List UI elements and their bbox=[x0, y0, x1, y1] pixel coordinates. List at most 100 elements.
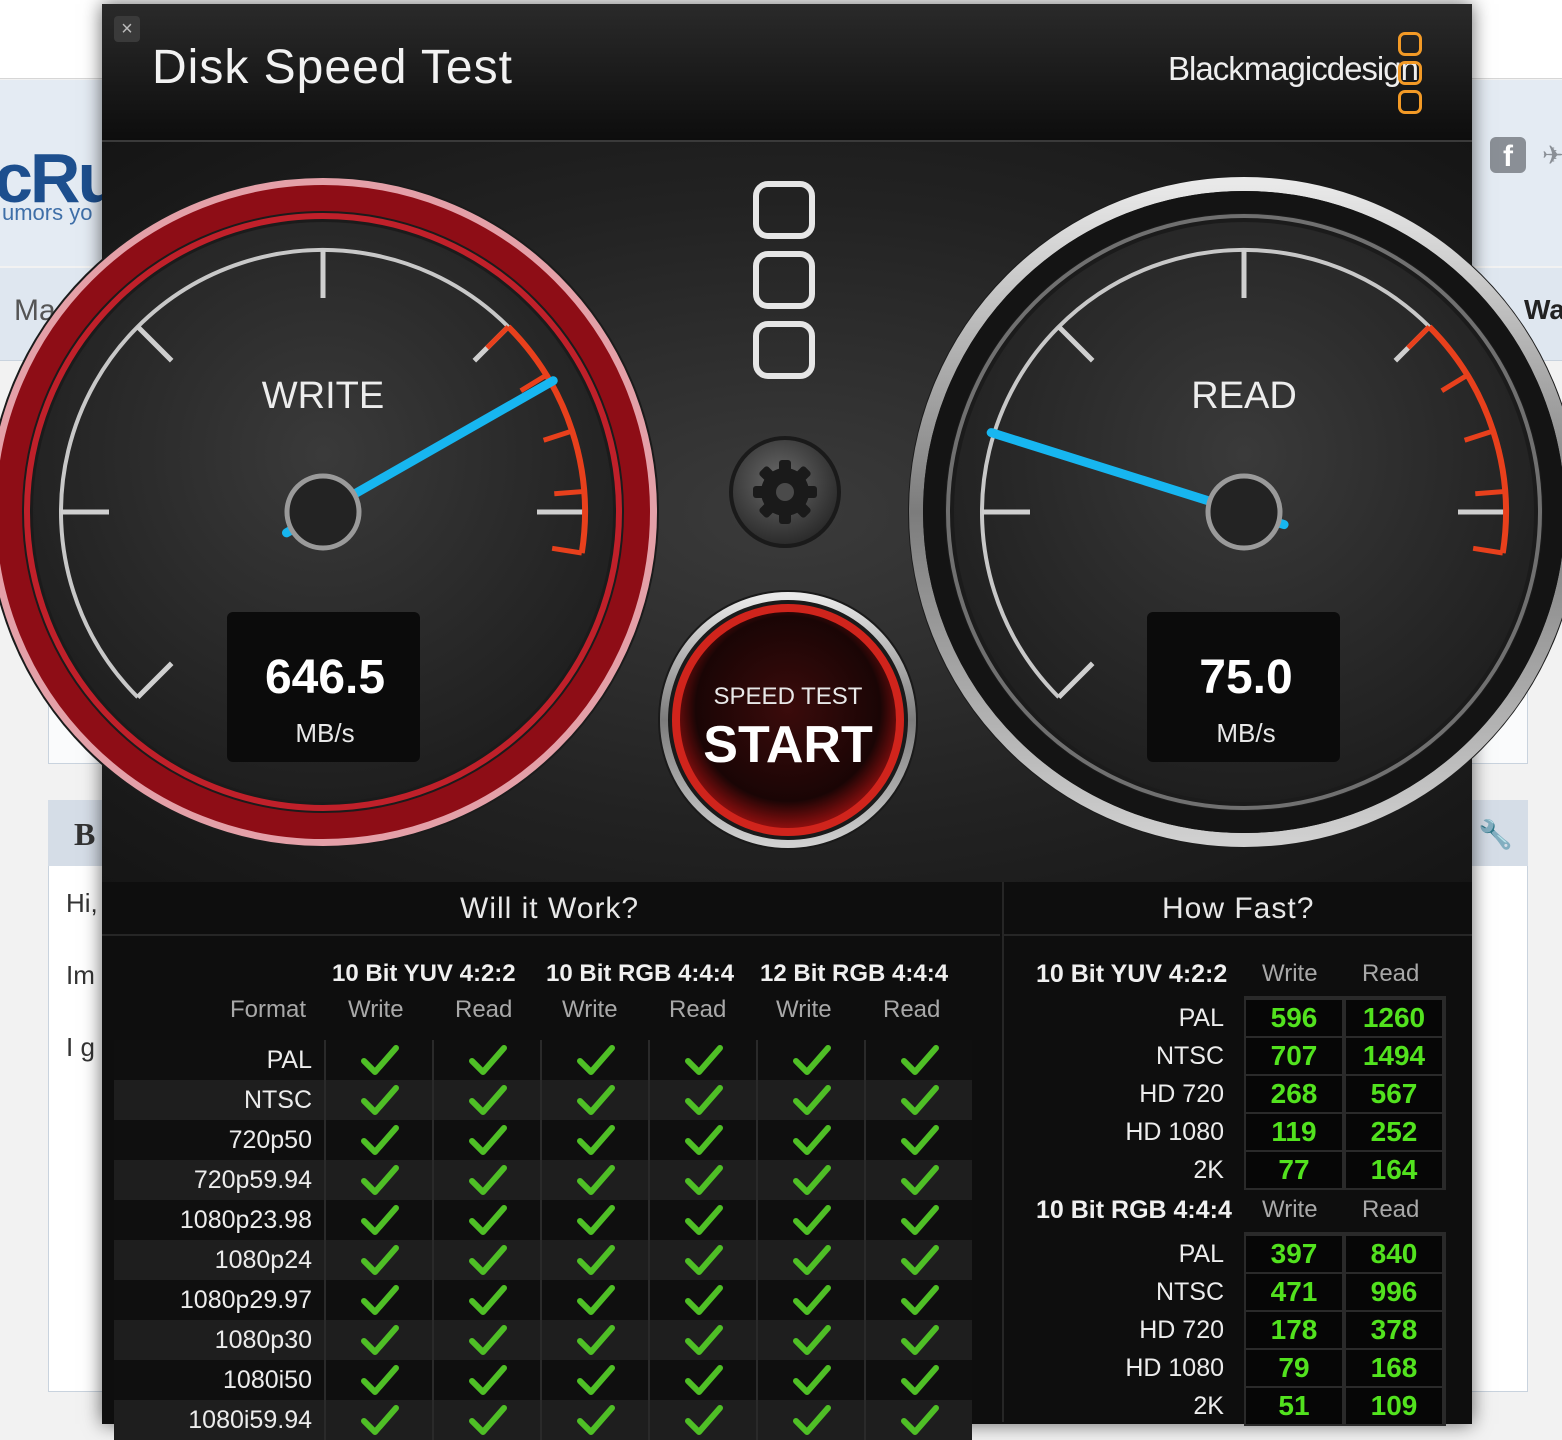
how-fast-read-value: 168 bbox=[1346, 1350, 1442, 1386]
how-fast-row-label: HD 720 bbox=[1139, 1080, 1224, 1108]
wiw-cell bbox=[540, 1320, 646, 1360]
settings-button[interactable] bbox=[729, 436, 841, 548]
how-fast-section-header: 10 Bit YUV 4:2:2 bbox=[1036, 960, 1228, 988]
wiw-group-header: 10 Bit YUV 4:2:2 bbox=[332, 960, 516, 987]
wiw-cell bbox=[756, 1320, 862, 1360]
check-icon bbox=[361, 1405, 399, 1435]
wiw-cell bbox=[864, 1160, 970, 1200]
check-icon bbox=[685, 1125, 723, 1155]
how-fast-read-value: 164 bbox=[1346, 1152, 1442, 1188]
wiw-cell bbox=[864, 1200, 970, 1240]
wiw-cell bbox=[432, 1400, 538, 1440]
check-icon bbox=[901, 1245, 939, 1275]
wiw-cell bbox=[864, 1360, 970, 1400]
bg-panel-heading: B bbox=[74, 816, 96, 852]
twitter-icon[interactable]: ✈ bbox=[1542, 140, 1562, 171]
wiw-cell bbox=[540, 1400, 646, 1440]
wiw-cell bbox=[756, 1400, 862, 1440]
wiw-row-label: 1080i50 bbox=[223, 1366, 312, 1394]
wiw-cell bbox=[648, 1160, 754, 1200]
check-icon bbox=[901, 1365, 939, 1395]
how-fast-write-value: 178 bbox=[1246, 1312, 1342, 1348]
wiw-cell bbox=[432, 1200, 538, 1240]
wiw-cell bbox=[648, 1200, 754, 1240]
wiw-cell bbox=[432, 1280, 538, 1320]
how-fast-row-label: PAL bbox=[1178, 1240, 1224, 1268]
how-fast-row-label: NTSC bbox=[1155, 1042, 1224, 1070]
check-icon bbox=[469, 1245, 507, 1275]
wiw-cell bbox=[324, 1120, 430, 1160]
how-fast-read-value: 1260 bbox=[1346, 1000, 1442, 1036]
check-icon bbox=[361, 1325, 399, 1355]
bg-text-line: Hi, bbox=[66, 888, 98, 918]
how-fast-write-header: Write bbox=[1262, 1196, 1318, 1223]
wiw-row-label: 1080p24 bbox=[214, 1246, 312, 1274]
how-fast-write-value: 471 bbox=[1246, 1274, 1342, 1310]
wiw-sub-header: Read bbox=[669, 996, 727, 1023]
how-fast-write-value: 268 bbox=[1246, 1076, 1342, 1112]
wiw-cell bbox=[756, 1280, 862, 1320]
how-fast-section-header: 10 Bit RGB 4:4:4 bbox=[1036, 1196, 1232, 1224]
wiw-row-label: PAL bbox=[266, 1046, 312, 1074]
wiw-cell bbox=[432, 1240, 538, 1280]
start-button[interactable]: SPEED TEST START bbox=[658, 590, 918, 850]
check-icon bbox=[793, 1045, 831, 1075]
wiw-cell bbox=[432, 1320, 538, 1360]
wiw-cell bbox=[540, 1280, 646, 1320]
check-icon bbox=[901, 1405, 939, 1435]
how-fast-read-header: Read bbox=[1362, 1196, 1420, 1223]
check-icon bbox=[469, 1205, 507, 1235]
wiw-cell bbox=[864, 1240, 970, 1280]
facebook-icon[interactable]: f bbox=[1490, 137, 1526, 173]
wiw-row-label: 1080p23.98 bbox=[179, 1206, 312, 1234]
wiw-cell bbox=[324, 1080, 430, 1120]
close-button[interactable]: × bbox=[114, 16, 140, 42]
wiw-cell bbox=[864, 1080, 970, 1120]
check-icon bbox=[469, 1325, 507, 1355]
check-icon bbox=[469, 1365, 507, 1395]
wiw-cell bbox=[648, 1360, 754, 1400]
bg-text-line: I g bbox=[66, 1032, 95, 1062]
will-it-work-title: Will it Work? bbox=[460, 892, 640, 925]
wiw-cell bbox=[540, 1120, 646, 1160]
wiw-cell bbox=[540, 1160, 646, 1200]
wiw-cell bbox=[324, 1320, 430, 1360]
wiw-cell bbox=[432, 1120, 538, 1160]
bg-nav-item-left[interactable]: Ma bbox=[14, 294, 56, 328]
bg-nav-item-right[interactable]: Wa bbox=[1524, 294, 1562, 326]
wiw-cell bbox=[540, 1360, 646, 1400]
bg-text-line: Im bbox=[66, 960, 95, 990]
wrench-icon[interactable]: 🔧 bbox=[1478, 818, 1513, 851]
blackmagic-logo-icon bbox=[1398, 32, 1424, 119]
check-icon bbox=[901, 1325, 939, 1355]
wiw-cell bbox=[756, 1120, 862, 1160]
wiw-group-header: 10 Bit RGB 4:4:4 bbox=[546, 960, 735, 987]
check-icon bbox=[685, 1285, 723, 1315]
check-icon bbox=[901, 1165, 939, 1195]
wiw-cell bbox=[432, 1080, 538, 1120]
check-icon bbox=[901, 1205, 939, 1235]
how-fast-row-label: NTSC bbox=[1155, 1278, 1224, 1306]
check-icon bbox=[469, 1125, 507, 1155]
how-fast-row-label: HD 1080 bbox=[1125, 1354, 1224, 1382]
wiw-row-label: 720p50 bbox=[228, 1126, 312, 1154]
how-fast-row-label: 2K bbox=[1193, 1392, 1224, 1420]
how-fast-read-header: Read bbox=[1362, 960, 1420, 987]
section-header-line bbox=[1004, 934, 1472, 936]
wiw-row-label: 1080i59.94 bbox=[188, 1406, 312, 1434]
wiw-cell bbox=[324, 1200, 430, 1240]
wiw-row-label: 1080p29.97 bbox=[179, 1286, 312, 1314]
wiw-row-label: 720p59.94 bbox=[193, 1166, 312, 1194]
how-fast-row-label: HD 1080 bbox=[1125, 1118, 1224, 1146]
how-fast-write-value: 596 bbox=[1246, 1000, 1342, 1036]
wiw-cell bbox=[540, 1080, 646, 1120]
check-icon bbox=[685, 1325, 723, 1355]
check-icon bbox=[361, 1165, 399, 1195]
wiw-cell bbox=[540, 1040, 646, 1080]
wiw-format-header: Format bbox=[230, 996, 307, 1023]
check-icon bbox=[469, 1165, 507, 1195]
how-fast-write-value: 707 bbox=[1246, 1038, 1342, 1074]
wiw-cell bbox=[648, 1040, 754, 1080]
title-bar[interactable]: × Disk Speed Test Blackmagicdesign bbox=[102, 4, 1472, 142]
check-icon bbox=[577, 1325, 615, 1355]
